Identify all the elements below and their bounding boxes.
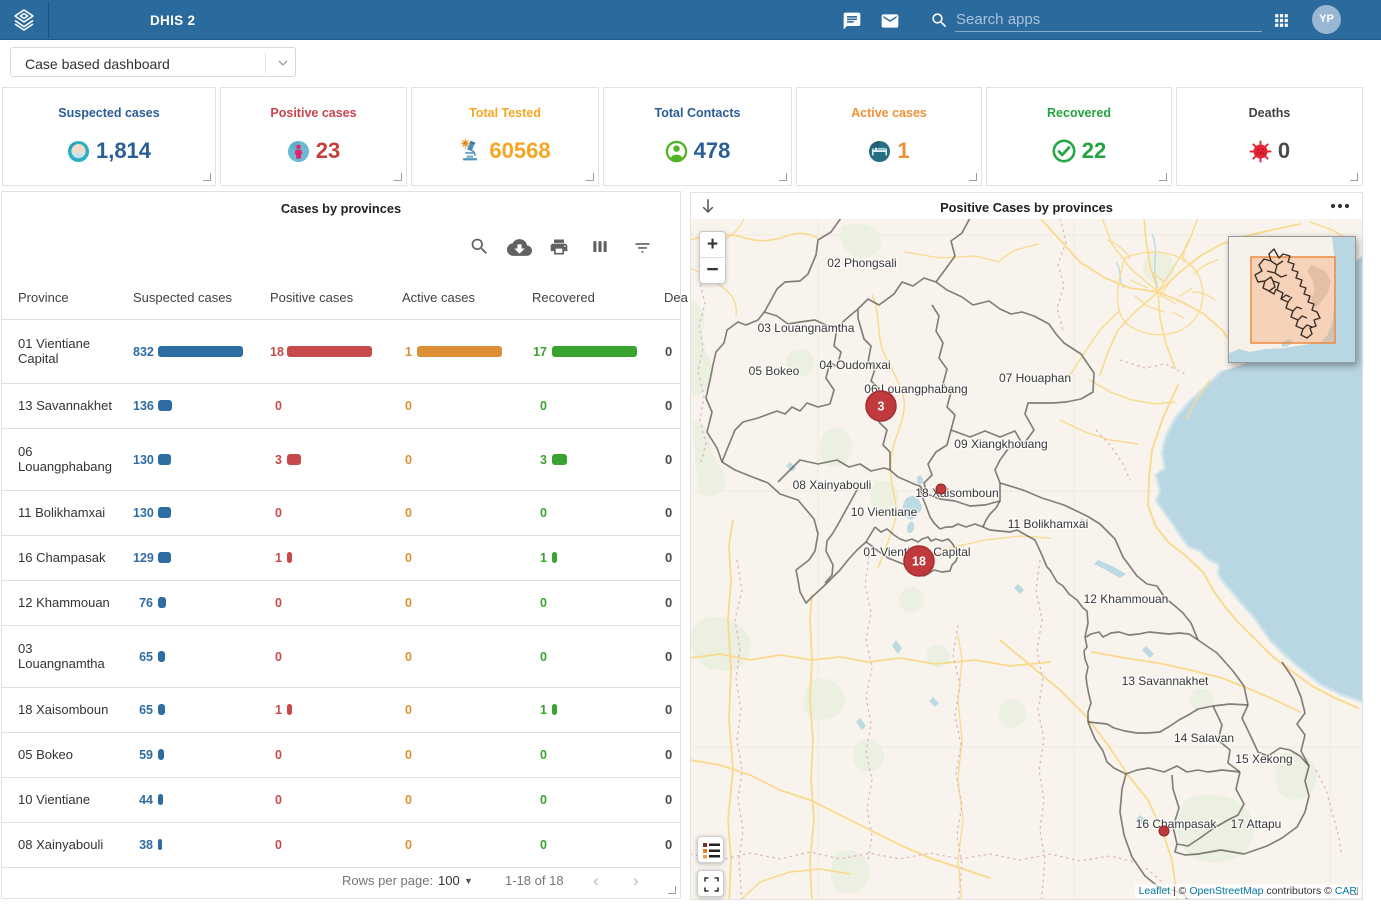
svg-text:10 Vientiane: 10 Vientiane bbox=[851, 505, 918, 519]
svg-text:15 Xekong: 15 Xekong bbox=[1235, 752, 1292, 766]
svg-text:08 Xainyabouli: 08 Xainyabouli bbox=[793, 478, 872, 492]
svg-text:11 Bolikhamxai: 11 Bolikhamxai bbox=[1008, 517, 1088, 531]
svg-text:14 Salavan: 14 Salavan bbox=[1174, 731, 1234, 745]
svg-text:16 Champasak: 16 Champasak bbox=[1136, 817, 1218, 831]
svg-text:05 Bokeo: 05 Bokeo bbox=[749, 364, 800, 378]
svg-text:13 Savannakhet: 13 Savannakhet bbox=[1122, 674, 1209, 688]
svg-text:04 Oudomxai: 04 Oudomxai bbox=[819, 358, 890, 372]
svg-text:02 Phongsali: 02 Phongsali bbox=[827, 256, 896, 270]
svg-text:12 Khammouan: 12 Khammouan bbox=[1084, 592, 1169, 606]
svg-text:18 Xaisomboun: 18 Xaisomboun bbox=[915, 486, 998, 500]
svg-text:17 Attapu: 17 Attapu bbox=[1231, 817, 1282, 831]
svg-text:09 Xiangkhouang: 09 Xiangkhouang bbox=[954, 437, 1047, 451]
svg-text:18: 18 bbox=[912, 555, 926, 569]
svg-text:07 Houaphan: 07 Houaphan bbox=[999, 371, 1071, 385]
svg-text:03 Louangnamtha: 03 Louangnamtha bbox=[758, 321, 855, 335]
svg-text:3: 3 bbox=[878, 400, 885, 414]
